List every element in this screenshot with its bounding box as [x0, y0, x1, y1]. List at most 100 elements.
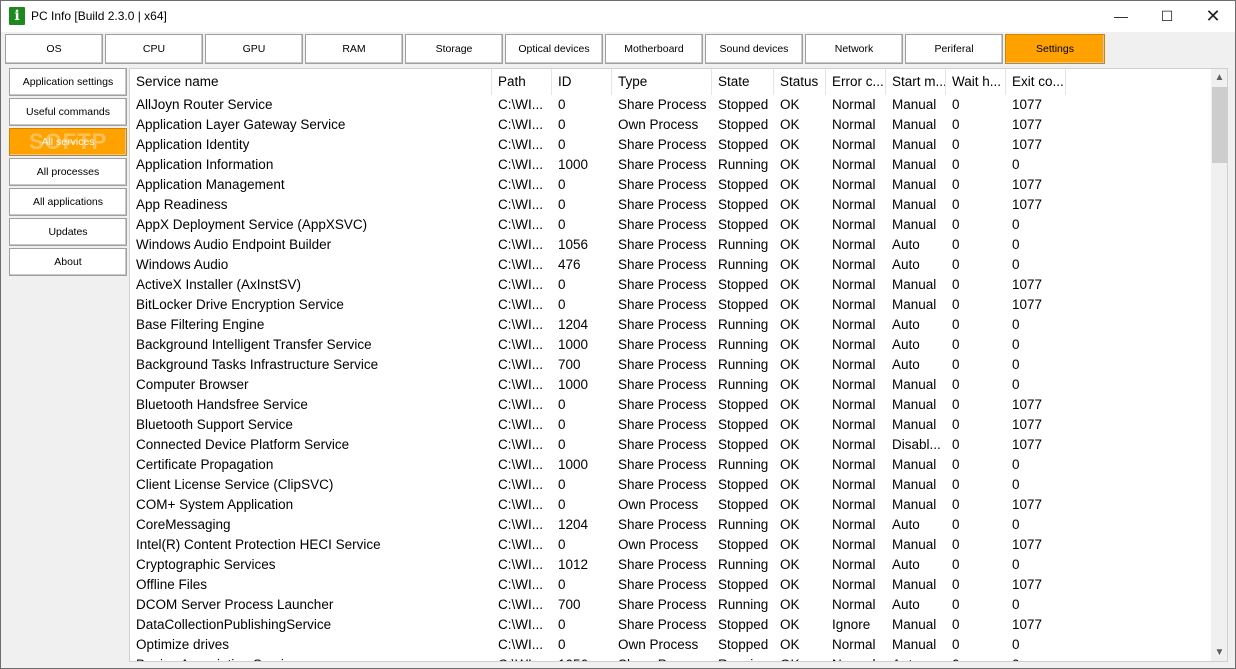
cell-wait-hint: 0 — [952, 317, 960, 332]
column-header-status[interactable]: Status — [774, 69, 826, 95]
table-row[interactable]: Offline Files C:\WI... 0 Share Process Stopp… — [130, 575, 1212, 595]
table-row[interactable]: Client License Service (ClipSVC) C:\WI...… — [130, 475, 1212, 495]
table-row[interactable]: Computer Browser C:\WI... 1000 Share Proces… — [130, 375, 1212, 395]
maximize-button[interactable]: ☐ — [1144, 1, 1190, 32]
cell-status: OK — [780, 537, 800, 552]
cell-wait-hint: 0 — [952, 117, 960, 132]
tab-ram[interactable]: RAM — [305, 34, 403, 64]
tab-storage[interactable]: Storage — [405, 34, 503, 64]
tab-motherboard[interactable]: Motherboard — [605, 34, 703, 64]
close-button[interactable]: ✕ — [1190, 1, 1235, 32]
column-header-start-mode[interactable]: Start m... — [886, 69, 946, 95]
table-row[interactable]: DCOM Server Process Launcher C:\WI... 700 S… — [130, 595, 1212, 615]
column-header-state[interactable]: State — [712, 69, 774, 95]
sidebar-item-all-processes[interactable]: All processes — [9, 158, 127, 186]
cell-id: 0 — [558, 97, 566, 112]
cell-state: Stopped — [718, 277, 769, 292]
cell-service-name: Application Management — [136, 177, 285, 192]
tab-network[interactable]: Network — [805, 34, 903, 64]
column-header-exit-code[interactable]: Exit co... — [1006, 69, 1066, 95]
cell-path: C:\WI... — [498, 597, 543, 612]
cell-error-control: Normal — [832, 637, 876, 652]
cell-service-name: Base Filtering Engine — [136, 317, 265, 332]
tab-sound-devices[interactable]: Sound devices — [705, 34, 803, 64]
cell-exit-code: 1077 — [1012, 497, 1043, 512]
vertical-scrollbar[interactable]: ▲ ▼ — [1211, 69, 1227, 661]
table-row[interactable]: App Readiness C:\WI... 0 Share Process Stopp… — [130, 195, 1212, 215]
tab-settings[interactable]: Settings — [1005, 34, 1105, 64]
table-row[interactable]: Windows Audio C:\WI... 476 Share Process Run… — [130, 255, 1212, 275]
table-row[interactable]: Background Intelligent Transfer Service C… — [130, 335, 1212, 355]
column-header-error-control[interactable]: Error c... — [826, 69, 886, 95]
services-list[interactable]: Service name Path ID Type State Status Error c… — [129, 68, 1228, 662]
column-header-wait-hint[interactable]: Wait h... — [946, 69, 1006, 95]
scroll-thumb[interactable] — [1212, 87, 1227, 163]
cell-exit-code: 0 — [1012, 157, 1020, 172]
column-header-service-name[interactable]: Service name — [130, 69, 492, 95]
cell-service-name: Client License Service (ClipSVC) — [136, 477, 334, 492]
table-row[interactable]: COM+ System Application C:\WI... 0 Own Proc… — [130, 495, 1212, 515]
scroll-up-arrow-icon[interactable]: ▲ — [1211, 69, 1227, 86]
cell-exit-code: 1077 — [1012, 197, 1043, 212]
table-row[interactable]: Optimize drives C:\WI... 0 Own Process Stopp… — [130, 635, 1212, 655]
table-row[interactable]: Device Association ServiceC:\WI...1056Sh… — [130, 655, 1212, 661]
table-row[interactable]: Cryptographic Services C:\WI... 1012 Share … — [130, 555, 1212, 575]
title-bar[interactable]: i PC Info [Build 2.3.0 | x64] — ☐ ✕ — [1, 1, 1235, 32]
cell-status: OK — [780, 437, 800, 452]
column-header-type[interactable]: Type — [612, 69, 712, 95]
scroll-down-arrow-icon[interactable]: ▼ — [1211, 644, 1227, 661]
cell-wait-hint: 0 — [952, 517, 960, 532]
cell-exit-code: 1077 — [1012, 137, 1043, 152]
tab-optical-devices[interactable]: Optical devices — [505, 34, 603, 64]
tab-os[interactable]: OS — [5, 34, 103, 64]
table-row[interactable]: Application Identity C:\WI... 0 Share Proce… — [130, 135, 1212, 155]
cell-status: OK — [780, 557, 800, 572]
table-row[interactable]: Certificate Propagation C:\WI... 1000 Share… — [130, 455, 1212, 475]
cell-service-name: Application Layer Gateway Service — [136, 117, 346, 132]
cell-start-mode: Manual — [892, 137, 937, 152]
sidebar-item-all-applications[interactable]: All applications — [9, 188, 127, 216]
cell-type: Share Process — [618, 237, 707, 252]
table-row[interactable]: BitLocker Drive Encryption Service C:\WI.… — [130, 295, 1212, 315]
cell-id: 0 — [558, 617, 566, 632]
sidebar-item-application-settings[interactable]: Application settings — [9, 68, 127, 96]
cell-start-mode: Auto — [892, 237, 920, 252]
table-row[interactable]: Bluetooth Handsfree Service C:\WI... 0 Shar… — [130, 395, 1212, 415]
table-row[interactable]: Bluetooth Support Service C:\WI... 0 Share … — [130, 415, 1212, 435]
sidebar-item-about[interactable]: About — [9, 248, 127, 276]
table-row[interactable]: Application Layer Gateway Service C:\WI..… — [130, 115, 1212, 135]
sidebar-item-all-services[interactable]: All services — [9, 128, 127, 156]
cell-start-mode: Disabl... — [892, 437, 941, 452]
table-row[interactable]: Application Information C:\WI... 1000 Share… — [130, 155, 1212, 175]
cell-service-name: Windows Audio Endpoint Builder — [136, 237, 332, 252]
cell-status: OK — [780, 277, 800, 292]
cell-path: C:\WI... — [498, 297, 543, 312]
minimize-button[interactable]: — — [1098, 1, 1144, 32]
cell-service-name: Computer Browser — [136, 377, 249, 392]
cell-path: C:\WI... — [498, 577, 543, 592]
cell-state: Running — [718, 257, 769, 272]
app-info-icon: i — [9, 7, 25, 25]
column-header-id[interactable]: ID — [552, 69, 612, 95]
table-row[interactable]: AllJoyn Router Service C:\WI... 0 Share Pro… — [130, 95, 1212, 115]
tab-periferal[interactable]: Periferal — [905, 34, 1003, 64]
sidebar-item-updates[interactable]: Updates — [9, 218, 127, 246]
column-header-path[interactable]: Path — [492, 69, 552, 95]
table-row[interactable]: Windows Audio Endpoint Builder C:\WI... 10… — [130, 235, 1212, 255]
table-row[interactable]: CoreMessaging C:\WI... 1204 Share Process Ru… — [130, 515, 1212, 535]
table-row[interactable]: Connected Device Platform Service C:\WI..… — [130, 435, 1212, 455]
table-row[interactable]: AppX Deployment Service (AppXSVC) C:\WI..… — [130, 215, 1212, 235]
table-row[interactable]: ActiveX Installer (AxInstSV) C:\WI... 0 Sha… — [130, 275, 1212, 295]
table-row[interactable]: Base Filtering Engine C:\WI... 1204 Share P… — [130, 315, 1212, 335]
tab-cpu[interactable]: CPU — [105, 34, 203, 64]
cell-wait-hint: 0 — [952, 97, 960, 112]
cell-path: C:\WI... — [498, 117, 543, 132]
table-row[interactable]: DataCollectionPublishingService C:\WI... 0… — [130, 615, 1212, 635]
table-row[interactable]: Application Management C:\WI... 0 Share Pro… — [130, 175, 1212, 195]
sidebar-item-useful-commands[interactable]: Useful commands — [9, 98, 127, 126]
table-row[interactable]: Intel(R) Content Protection HECI Service… — [130, 535, 1212, 555]
cell-id: 0 — [558, 117, 566, 132]
table-row[interactable]: Background Tasks Infrastructure Service C… — [130, 355, 1212, 375]
tab-gpu[interactable]: GPU — [205, 34, 303, 64]
cell-type: Share Process — [618, 217, 707, 232]
